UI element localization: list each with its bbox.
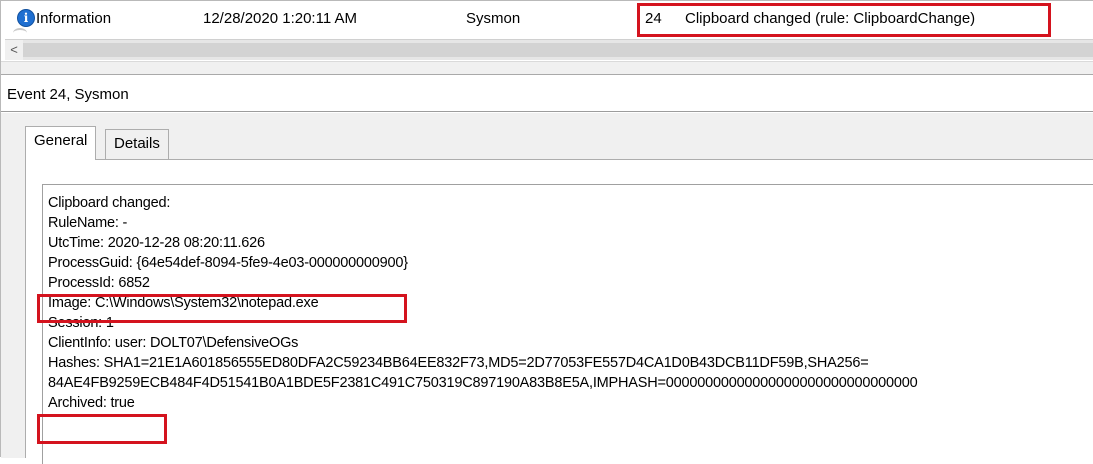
archived-highlight — [37, 414, 167, 444]
horizontal-scrollbar[interactable]: < — [5, 39, 1093, 60]
message-line: ClientInfo: user: DOLT07\DefensiveOGs — [48, 335, 299, 351]
tab-details[interactable]: Details — [105, 129, 169, 160]
scroll-left-button[interactable]: < — [5, 40, 23, 60]
message-line: 84AE4FB9259ECB484F4D51541B0A1BDE5F2381C4… — [48, 375, 918, 391]
message-line: ProcessGuid: {64e54def-8094-5fe9-4e03-00… — [48, 255, 408, 271]
event-level: Information — [36, 10, 112, 27]
event-message-box[interactable]: Clipboard changed: RuleName: - UtcTime: … — [37, 184, 1093, 464]
event-date-time: 12/28/2020 1:20:11 AM — [203, 10, 358, 27]
scroll-thumb[interactable] — [23, 43, 1093, 57]
message-line: ProcessId: 6852 — [48, 275, 150, 291]
details-title: Event 24, Sysmon — [7, 86, 129, 103]
task-category-highlight — [637, 3, 1051, 37]
info-icon: i — [17, 9, 35, 27]
expander-icon — [13, 28, 27, 38]
event-source: Sysmon — [466, 10, 521, 27]
pane-splitter[interactable] — [1, 61, 1093, 75]
message-line: UtcTime: 2020-12-28 08:20:11.626 — [48, 235, 265, 251]
tab-general[interactable]: General — [25, 126, 97, 160]
general-tab-panel: Clipboard changed: RuleName: - UtcTime: … — [25, 159, 1093, 464]
message-line: Clipboard changed: — [48, 195, 171, 211]
message-line: Archived: true — [48, 395, 135, 411]
details-header: Event 24, Sysmon — [1, 76, 1093, 112]
message-line: RuleName: - — [48, 215, 128, 231]
details-body: General Details Clipboard changed: RuleN… — [1, 113, 1093, 464]
event-list-row[interactable]: i Information 12/28/2020 1:20:11 AM Sysm… — [5, 1, 1093, 39]
event-viewer-pane: i Information 12/28/2020 1:20:11 AM Sysm… — [0, 0, 1093, 464]
message-line: Hashes: SHA1=21E1A601856555ED80DFA2C5923… — [48, 355, 869, 371]
image-path-highlight — [37, 294, 407, 323]
